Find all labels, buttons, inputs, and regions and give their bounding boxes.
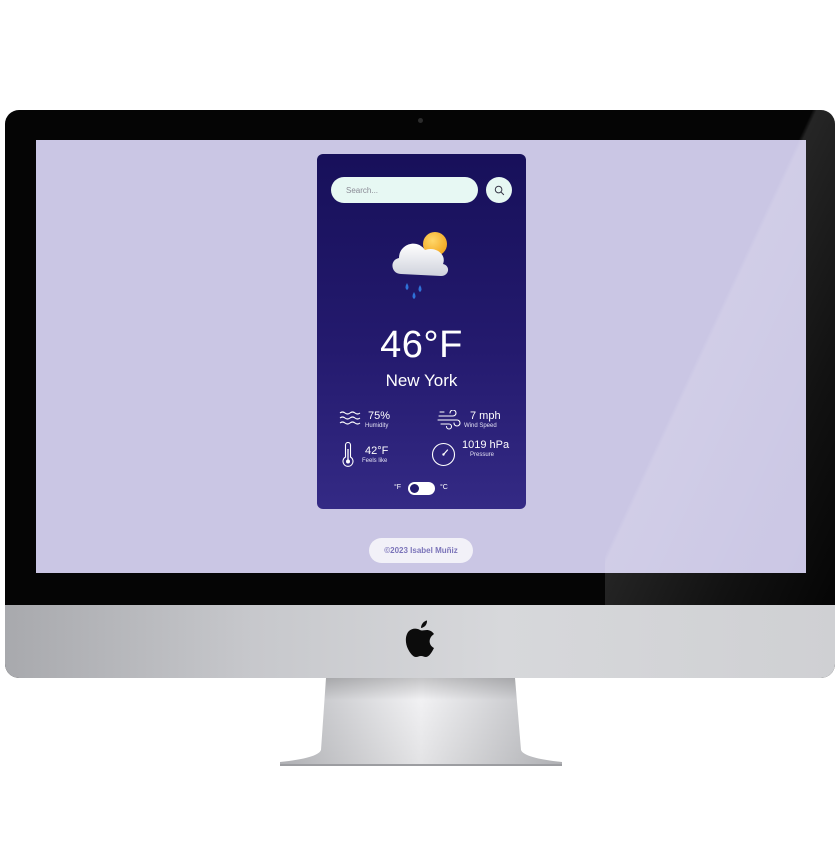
search-button[interactable] (486, 177, 512, 203)
camera-dot (418, 118, 423, 123)
screen: 46°F New York 75% Humidity (36, 140, 806, 573)
wind-value: 7 mph (470, 410, 501, 422)
rain-cloud-sun-icon (392, 232, 449, 299)
humidity-label: Humidity (365, 423, 389, 429)
celsius-label: °C (440, 484, 448, 491)
unit-switch[interactable] (408, 482, 435, 495)
gauge-icon (431, 442, 456, 467)
feels-like-label: Feels like (362, 458, 388, 464)
city-name: New York (385, 371, 458, 390)
temperature: 46°F (380, 324, 463, 366)
humidity-value: 75% (368, 410, 391, 422)
pressure-stat: 1019 hPa Pressure (431, 439, 521, 467)
unit-toggle: °F °C (391, 481, 461, 495)
wind-stat: 7 mph Wind Speed (437, 410, 517, 430)
feels-like-stat: 42°F Feels like (341, 442, 411, 468)
imac-stand (280, 678, 562, 766)
footer-credit-text: ©2023 Isabel Muñiz (384, 546, 458, 555)
feels-like-value: 42°F (365, 445, 389, 457)
pressure-value: 1019 hPa (462, 439, 510, 451)
pressure-label: Pressure (470, 452, 495, 458)
humidity-waves-icon (339, 411, 361, 425)
weather-card: 46°F New York 75% Humidity (317, 154, 526, 509)
search-input[interactable] (331, 177, 478, 203)
wind-label: Wind Speed (464, 423, 497, 429)
fahrenheit-label: °F (394, 484, 402, 491)
footer-credit: ©2023 Isabel Muñiz (369, 538, 473, 563)
apple-logo-icon (405, 620, 434, 657)
thermometer-icon (342, 442, 354, 467)
imac-frame: 46°F New York 75% Humidity (5, 110, 835, 678)
imac-chin (5, 605, 835, 678)
unit-switch-knob (410, 484, 419, 493)
humidity-stat: 75% Humidity (339, 410, 409, 430)
wind-icon (437, 410, 461, 430)
search-icon (494, 185, 504, 195)
